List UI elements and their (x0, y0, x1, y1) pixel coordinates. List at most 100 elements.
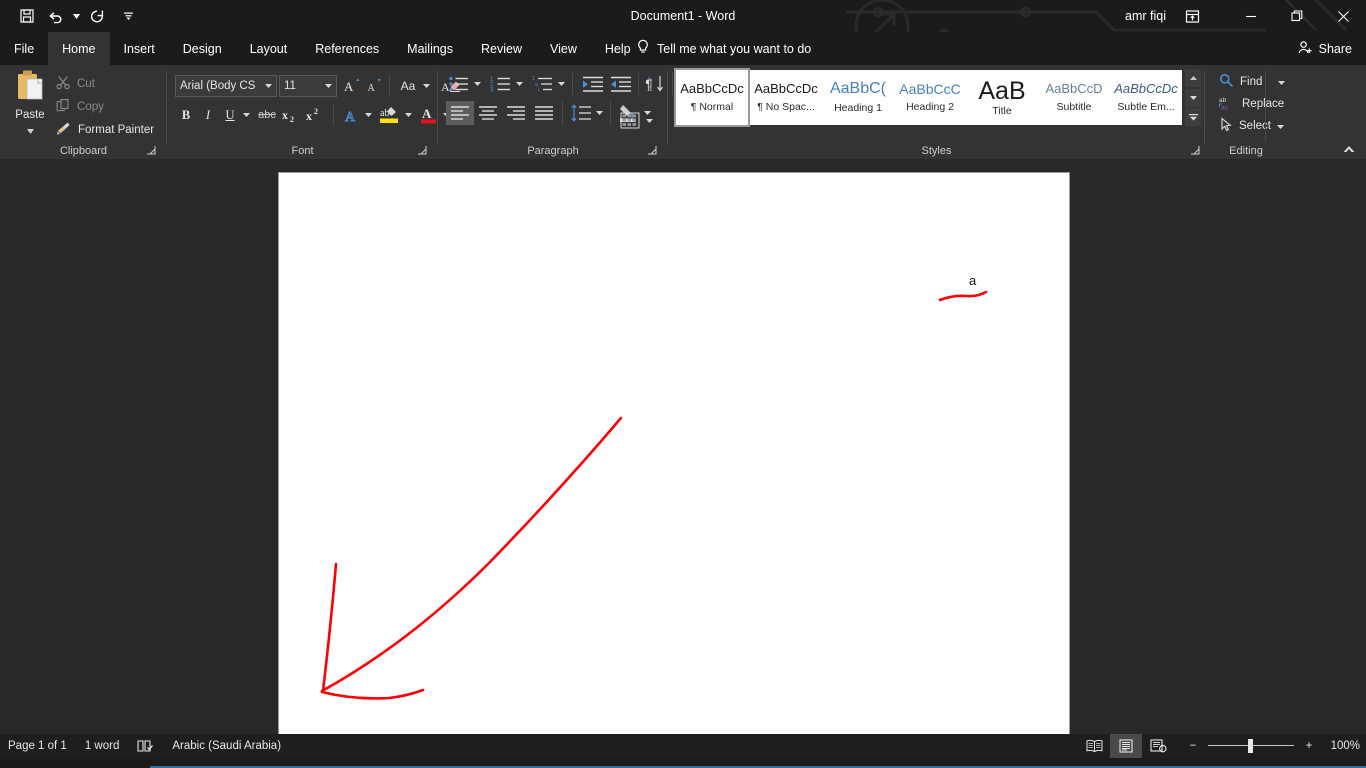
clipboard-dialog-launcher[interactable] (145, 144, 157, 156)
zoom-slider-thumb[interactable] (1248, 739, 1253, 753)
style-tile-heading-1[interactable]: AaBbC( Heading 1 (822, 70, 894, 125)
minimize-button[interactable] (1228, 0, 1274, 32)
word-count[interactable]: 1 word (85, 740, 120, 752)
show-formatting-marks-button[interactable]: ¶ (638, 73, 660, 95)
highlight-caret-icon[interactable] (403, 104, 414, 126)
superscript-button[interactable]: x2 (303, 104, 327, 126)
share-button[interactable]: Share (1298, 32, 1352, 65)
tab-mailings[interactable]: Mailings (393, 32, 467, 65)
style-tile-subtitle[interactable]: AaBbCcD Subtitle (1038, 70, 1110, 125)
tab-home[interactable]: Home (48, 32, 110, 65)
paste-dropdown-caret-icon[interactable] (26, 121, 34, 139)
line-spacing-caret-icon[interactable] (594, 101, 605, 125)
undo-icon[interactable] (42, 3, 68, 29)
ribbon-display-options-icon[interactable] (1174, 0, 1210, 32)
align-center-button[interactable] (474, 101, 502, 125)
customize-quick-access-icon[interactable] (122, 3, 134, 29)
close-button[interactable] (1320, 0, 1366, 32)
tab-layout[interactable]: Layout (236, 32, 302, 65)
numbering-caret-icon[interactable] (514, 73, 525, 95)
copy-label: Copy (77, 100, 104, 113)
style-name: Title (992, 105, 1012, 118)
undo-dropdown-caret-icon[interactable] (70, 3, 82, 29)
multilevel-list-button[interactable]: 1ai (530, 73, 556, 95)
tab-view[interactable]: View (536, 32, 591, 65)
borders-button[interactable] (618, 109, 644, 133)
zoom-out-button[interactable]: − (1186, 740, 1200, 752)
select-caret-icon[interactable] (1276, 120, 1284, 132)
paragraph-dialog-launcher[interactable] (646, 144, 658, 156)
save-icon[interactable] (14, 3, 40, 29)
font-size-caret-icon[interactable] (321, 84, 336, 88)
change-case-caret-icon[interactable] (421, 75, 432, 97)
read-mode-icon[interactable] (1078, 734, 1110, 758)
bullets-button[interactable] (446, 73, 472, 95)
font-dialog-launcher[interactable] (416, 144, 428, 156)
document-workspace[interactable]: a (0, 159, 1366, 745)
style-tile-subtle-emphasis[interactable]: AaBbCcDc Subtle Em... (1110, 70, 1182, 125)
align-left-button[interactable] (446, 101, 474, 125)
find-button[interactable]: Find (1219, 71, 1286, 93)
multilevel-list-caret-icon[interactable] (556, 73, 567, 95)
tab-review[interactable]: Review (467, 32, 536, 65)
svg-text:ac: ac (1221, 104, 1229, 111)
tab-design[interactable]: Design (169, 32, 236, 65)
bold-button[interactable]: B (175, 104, 197, 126)
replace-button[interactable]: ab ac Replace (1219, 93, 1284, 115)
share-label: Share (1318, 41, 1352, 56)
print-layout-icon[interactable] (1110, 734, 1142, 758)
styles-more-icon[interactable] (1185, 108, 1201, 126)
document-page[interactable]: a (278, 172, 1070, 745)
bullets-caret-icon[interactable] (472, 73, 483, 95)
font-separator-2 (333, 104, 334, 126)
subscript-button[interactable]: x2 (279, 104, 303, 126)
decrease-indent-button[interactable] (580, 73, 606, 95)
justify-button[interactable] (530, 101, 558, 125)
tab-file[interactable]: File (0, 32, 48, 65)
format-painter-button[interactable]: Format Painter (56, 119, 154, 140)
line-spacing-button[interactable] (568, 101, 594, 125)
styles-scroll-up-icon[interactable] (1185, 69, 1201, 87)
font-name-caret-icon[interactable] (261, 84, 276, 88)
collapse-ribbon-button[interactable] (1338, 139, 1360, 159)
style-tile-normal[interactable]: AaBbCcDc ¶ Normal (674, 68, 750, 127)
styles-scroll-down-icon[interactable] (1185, 88, 1201, 107)
strikethrough-button[interactable]: abc (255, 104, 279, 126)
font-size-box[interactable]: 11 (279, 75, 337, 97)
font-name-box[interactable]: Arial (Body CS (175, 75, 277, 97)
scissors-icon (56, 75, 71, 93)
redo-icon[interactable] (84, 3, 110, 29)
tab-references[interactable]: References (301, 32, 393, 65)
text-effects-caret-icon[interactable] (363, 104, 374, 126)
paste-button[interactable]: Paste (8, 69, 52, 141)
underline-caret-icon[interactable] (241, 104, 252, 126)
proofing-errors-icon[interactable] (137, 739, 154, 753)
numbering-button[interactable]: 123 (488, 73, 514, 95)
svg-text:A: A (368, 83, 376, 94)
style-tile-title[interactable]: AaB Title (966, 70, 1038, 125)
user-account-name[interactable]: amr fiqi (1125, 0, 1166, 32)
zoom-in-button[interactable]: + (1302, 740, 1316, 752)
language-indicator[interactable]: Arabic (Saudi Arabia) (172, 740, 281, 752)
style-tile-heading-2[interactable]: AaBbCcC Heading 2 (894, 70, 966, 125)
select-button[interactable]: Select (1219, 115, 1284, 137)
zoom-level[interactable]: 100% (1324, 740, 1360, 752)
page-indicator[interactable]: Page 1 of 1 (8, 740, 67, 752)
change-case-button[interactable]: Aa (395, 75, 421, 97)
web-layout-icon[interactable] (1142, 734, 1174, 758)
zoom-slider[interactable] (1208, 734, 1294, 758)
maximize-restore-button[interactable] (1274, 0, 1320, 32)
align-right-button[interactable] (502, 101, 530, 125)
shrink-font-button[interactable]: A (363, 75, 385, 97)
text-effects-button[interactable]: A (339, 104, 363, 126)
underline-button[interactable]: U (219, 104, 241, 126)
borders-caret-icon[interactable] (644, 109, 655, 133)
tab-insert[interactable]: Insert (110, 32, 169, 65)
italic-button[interactable]: I (197, 104, 219, 126)
style-tile-no-spacing[interactable]: AaBbCcDc ¶ No Spac... (750, 70, 822, 125)
find-caret-icon[interactable] (1278, 76, 1286, 88)
text-highlight-color-button[interactable]: ab (377, 104, 403, 126)
increase-indent-button[interactable] (608, 73, 634, 95)
tell-me-search[interactable]: Tell me what you want to do (636, 32, 811, 65)
grow-font-button[interactable]: A (341, 75, 363, 97)
